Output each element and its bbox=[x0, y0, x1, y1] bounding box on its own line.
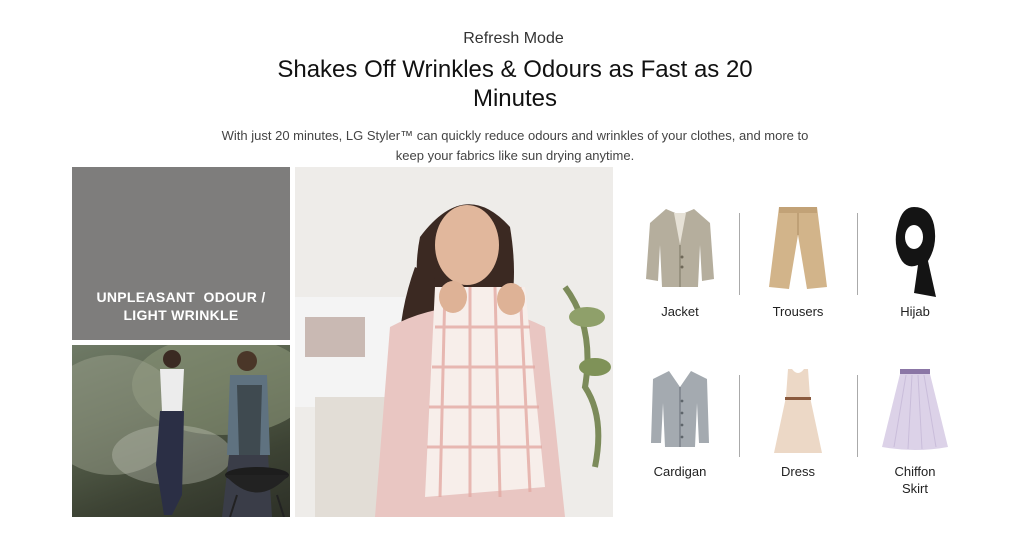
garment-trousers: Trousers bbox=[748, 205, 848, 325]
chiffon-skirt-icon bbox=[865, 367, 965, 451]
garment-cardigan: Cardigan bbox=[630, 367, 730, 487]
jacket-icon bbox=[630, 205, 730, 289]
garment-hijab: Hijab bbox=[865, 205, 965, 325]
garment-jacket: Jacket bbox=[630, 205, 730, 325]
garment-label: Cardigan bbox=[653, 464, 707, 479]
odour-label: UNPLEASANT ODOUR / LIGHT WRINKLE bbox=[72, 288, 290, 324]
divider bbox=[857, 213, 858, 295]
garment-label: Chiffon Skirt bbox=[865, 463, 965, 497]
dress-icon bbox=[748, 367, 848, 457]
garment-label: Hijab bbox=[900, 304, 930, 319]
garment-label: Trousers bbox=[772, 304, 824, 319]
woman-smelling-shirt-photo bbox=[295, 167, 613, 517]
divider bbox=[739, 375, 740, 457]
divider bbox=[857, 375, 858, 457]
trousers-icon bbox=[748, 205, 848, 291]
cardigan-icon bbox=[630, 367, 730, 447]
headline: Shakes Off Wrinkles & Odours as Fast as … bbox=[277, 56, 753, 112]
garment-chiffon-skirt: Chiffon Skirt bbox=[865, 367, 965, 497]
garment-label: Jacket bbox=[661, 304, 699, 319]
divider bbox=[739, 213, 740, 295]
garment-dress: Dress bbox=[748, 367, 848, 487]
garment-label-line1: Chiffon bbox=[894, 464, 936, 479]
odour-label-line2: LIGHT WRINKLE bbox=[123, 307, 239, 323]
odour-box: UNPLEASANT ODOUR / LIGHT WRINKLE bbox=[72, 167, 351, 340]
hijab-icon bbox=[865, 205, 965, 297]
garment-label-line2: Skirt bbox=[902, 481, 928, 496]
odour-label-line1: UNPLEASANT ODOUR / bbox=[96, 289, 266, 305]
description: With just 20 minutes, LG Styler™ can qui… bbox=[221, 128, 809, 163]
eyebrow-title: Refresh Mode bbox=[463, 30, 564, 47]
bbq-couple-photo bbox=[72, 345, 290, 517]
garment-label: Dress bbox=[781, 464, 815, 479]
